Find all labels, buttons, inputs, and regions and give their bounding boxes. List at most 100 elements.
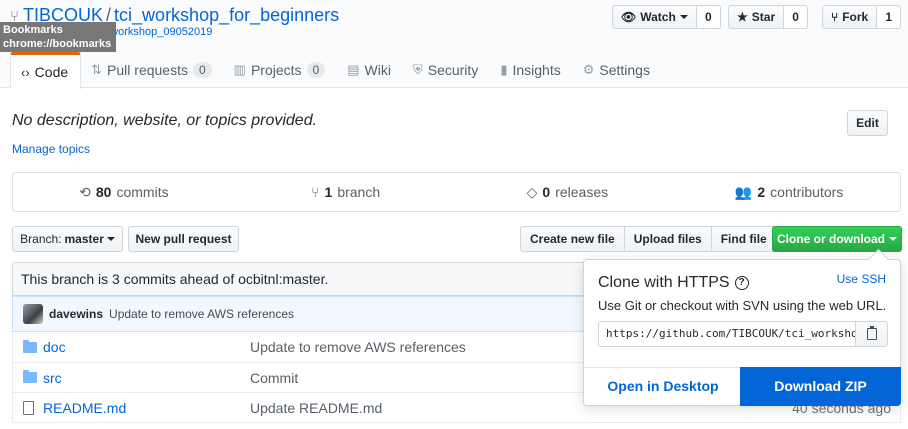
watch-label: Watch [640, 10, 676, 24]
chevron-down-icon [889, 237, 897, 241]
chevron-down-icon [679, 15, 688, 19]
help-icon[interactable]: ? [734, 276, 749, 290]
commit-author-link[interactable]: davewins [49, 307, 103, 321]
repo-header: ⑂ TIBCOUK / tci_workshop_for_beginners /tci… [0, 0, 908, 89]
contributors-label: contributors [770, 184, 844, 200]
branch-prefix: Branch: [20, 232, 62, 246]
clone-title: Clone with HTTPS? [598, 274, 749, 292]
upload-files-button[interactable]: Upload files [623, 226, 712, 252]
clone-help-text: Use Git or checkout with SVN using the w… [598, 298, 887, 313]
gear-icon: ⚙ [582, 62, 595, 77]
star-count[interactable]: 0 [784, 5, 809, 29]
clipboard-icon [866, 326, 877, 340]
pulls-counter: 0 [192, 62, 212, 78]
clone-url-input[interactable]: https://github.com/TIBCOUK/tci_workshop_… [598, 321, 856, 347]
projects-counter: 0 [306, 62, 326, 78]
create-new-file-button[interactable]: Create new file [520, 226, 625, 252]
folder-icon [23, 339, 39, 353]
file-commit-link[interactable]: Update to remove AWS references [250, 339, 466, 355]
repo-nav: ‹› Code ⇅ Pull requests 0 ▥ Projects 0 ▤ Wiki … [10, 52, 662, 89]
tab-pull-requests[interactable]: ⇅ Pull requests 0 [81, 52, 224, 88]
star-group: ★ Star 0 [728, 5, 809, 29]
watch-group: 👁 Watch 0 [612, 5, 721, 29]
tag-icon: ◇ [526, 183, 538, 200]
tab-projects[interactable]: ▥ Projects 0 [224, 52, 338, 88]
star-label: Star [751, 10, 776, 24]
file-commit-link[interactable]: Commit [250, 370, 298, 386]
eye-icon: 👁 [621, 10, 637, 24]
tab-insights-label: Insights [512, 62, 561, 78]
star-icon: ★ [737, 10, 748, 24]
branches-link[interactable]: ⑂ 1 branch [235, 173, 457, 211]
clone-label: Clone or download [777, 232, 885, 246]
pull-request-icon: ⇅ [91, 62, 103, 77]
fork-count[interactable]: 1 [877, 5, 902, 29]
branch-icon: ⑂ [311, 184, 320, 200]
tooltip-line-1: Bookmarks [3, 24, 63, 36]
open-in-desktop-button[interactable]: Open in Desktop [584, 367, 742, 405]
contributors-link[interactable]: 👥 2 contributors [678, 173, 900, 211]
contributors-count: 2 [757, 184, 766, 200]
clone-or-download-button[interactable]: Clone or download [772, 226, 902, 252]
repo-name-link[interactable]: tci_workshop_for_beginners [114, 5, 339, 25]
code-icon: ‹› [21, 64, 30, 80]
tab-projects-label: Projects [250, 62, 302, 78]
file-actions: Create new file Upload files Find file [520, 226, 777, 252]
avatar[interactable] [23, 304, 43, 324]
tab-wiki[interactable]: ▤ Wiki [337, 52, 403, 88]
tab-code-label: Code [34, 64, 69, 80]
fork-icon: ⑂ [831, 10, 839, 24]
tab-pulls-label: Pull requests [107, 62, 188, 78]
file-name-link[interactable]: README.md [43, 400, 253, 416]
manage-topics-link[interactable]: Manage topics [12, 142, 90, 156]
folder-icon [23, 370, 39, 383]
edit-description-button[interactable]: Edit [847, 110, 888, 136]
releases-count: 0 [542, 184, 551, 200]
commit-message-link[interactable]: Update to remove AWS references [109, 307, 294, 321]
branches-count: 1 [324, 184, 333, 200]
branches-label: branch [337, 184, 381, 200]
commits-link[interactable]: ⟲ 80 commits [13, 173, 235, 211]
clone-dropdown: Clone with HTTPS? Use SSH Use Git or che… [583, 259, 901, 406]
chevron-down-icon [106, 237, 115, 241]
tab-security-label: Security [427, 62, 479, 78]
file-name-link[interactable]: doc [43, 339, 253, 355]
tab-settings-label: Settings [599, 62, 650, 78]
find-file-button[interactable]: Find file [710, 226, 777, 252]
commits-count: 80 [95, 184, 112, 200]
file-name-link[interactable]: src [43, 370, 253, 386]
fork-group: ⑂ Fork 1 [822, 5, 902, 29]
watch-count[interactable]: 0 [696, 5, 721, 29]
watch-button[interactable]: 👁 Watch [612, 5, 697, 29]
copy-url-button[interactable] [855, 321, 888, 347]
fork-button[interactable]: ⑂ Fork [822, 5, 878, 29]
branch-name: master [64, 232, 104, 246]
releases-link[interactable]: ◇ 0 releases [457, 173, 679, 211]
project-icon: ▥ [233, 62, 246, 77]
fork-label: Fork [842, 10, 869, 24]
releases-label: releases [555, 184, 609, 200]
use-ssh-link[interactable]: Use SSH [837, 272, 886, 286]
file-icon [23, 400, 39, 415]
file-commit-link[interactable]: Update README.md [250, 400, 382, 416]
tooltip-line-2: chrome://bookmarks [3, 38, 112, 50]
commits-label: commits [116, 184, 169, 200]
book-icon: ▤ [347, 62, 360, 77]
download-zip-button[interactable]: Download ZIP [740, 367, 901, 406]
repo-description: No description, website, or topics provi… [12, 112, 318, 129]
people-icon: 👥 [734, 183, 753, 200]
graph-icon: ▮ [500, 62, 508, 77]
tab-settings[interactable]: ⚙ Settings [573, 52, 662, 88]
tab-code[interactable]: ‹› Code [10, 52, 82, 89]
branch-select-button[interactable]: Branch: master [12, 226, 123, 252]
tab-insights[interactable]: ▮ Insights [490, 52, 572, 88]
history-icon: ⟲ [79, 183, 91, 200]
shield-icon: ⛨ [412, 62, 423, 77]
bookmarks-tooltip: Bookmarks chrome://bookmarks [0, 22, 116, 52]
new-pull-request-button[interactable]: New pull request [128, 226, 239, 252]
tab-wiki-label: Wiki [364, 62, 391, 78]
clone-title-text: Clone with HTTPS [598, 274, 730, 291]
numbers-summary: ⟲ 80 commits ⑂ 1 branch ◇ 0 releases 👥 2 contrib… [12, 172, 901, 212]
star-button[interactable]: ★ Star [728, 5, 785, 29]
tab-security[interactable]: ⛨ Security [403, 52, 490, 88]
